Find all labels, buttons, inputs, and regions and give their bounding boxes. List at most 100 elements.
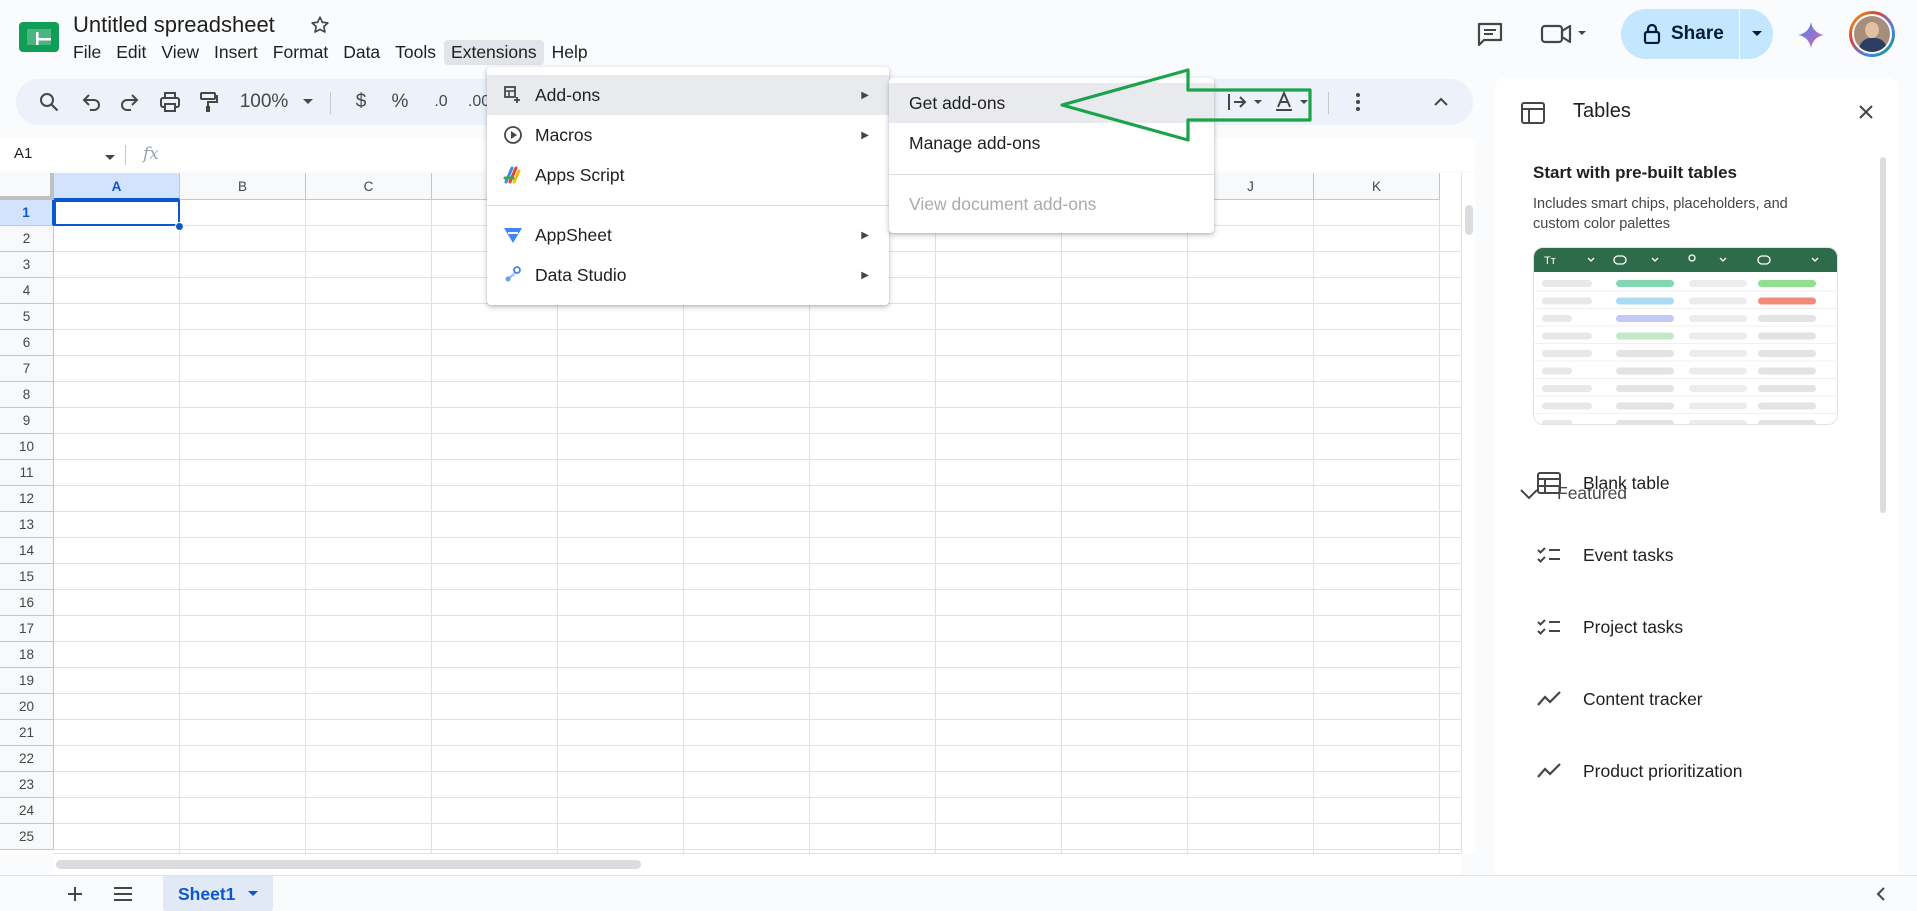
share-dropdown[interactable]: [1740, 9, 1773, 59]
account-avatar[interactable]: [1849, 11, 1895, 57]
name-box-dropdown[interactable]: [104, 149, 116, 165]
search-menus-icon[interactable]: [34, 79, 64, 125]
menu-data[interactable]: Data: [336, 40, 387, 65]
horizontal-scroll-thumb[interactable]: [56, 860, 641, 869]
name-box[interactable]: A1: [14, 145, 32, 162]
menu-item-data-studio[interactable]: Data Studio ▶: [487, 255, 889, 295]
preview-cell: [1758, 315, 1816, 322]
row-header[interactable]: 16: [0, 590, 54, 616]
fx-icon: fx: [143, 144, 159, 164]
side-panel-title: Tables: [1573, 100, 1631, 122]
row-header[interactable]: 22: [0, 746, 54, 772]
row-header[interactable]: 15: [0, 564, 54, 590]
row-header[interactable]: 20: [0, 694, 54, 720]
menu-file[interactable]: File: [66, 40, 108, 65]
row-header[interactable]: 12: [0, 486, 54, 512]
select-all-corner[interactable]: [0, 173, 54, 200]
sheets-logo-icon[interactable]: [19, 22, 59, 52]
row-header[interactable]: 9: [0, 408, 54, 434]
menu-insert[interactable]: Insert: [207, 40, 265, 65]
redo-icon[interactable]: [115, 79, 145, 125]
submenu-arrow-icon: ▶: [861, 129, 869, 141]
row-header[interactable]: 2: [0, 226, 54, 252]
extensions-menu: Add-ons ▶ Macros ▶ Apps Script AppSheet …: [487, 67, 889, 305]
sheet-tab[interactable]: Sheet1: [163, 876, 273, 911]
row-header[interactable]: 18: [0, 642, 54, 668]
text-rotation-button[interactable]: [1268, 79, 1320, 125]
paint-format-icon[interactable]: [194, 79, 224, 125]
menu-edit[interactable]: Edit: [109, 40, 153, 65]
grid-row-line: [54, 745, 1461, 746]
chevron-left-icon[interactable]: [1875, 886, 1887, 905]
menu-view[interactable]: View: [154, 40, 206, 65]
vertical-scroll-thumb[interactable]: [1465, 205, 1473, 235]
menu-item-manage-add-ons[interactable]: Manage add-ons: [889, 123, 1214, 163]
row-header[interactable]: 21: [0, 720, 54, 746]
row-header[interactable]: 1: [0, 200, 54, 226]
row-header[interactable]: 11: [0, 460, 54, 486]
row-header[interactable]: 5: [0, 304, 54, 330]
submenu-arrow-icon: ▶: [861, 269, 869, 281]
column-header[interactable]: B: [180, 173, 306, 200]
add-sheet-icon[interactable]: [64, 883, 86, 905]
menu-help[interactable]: Help: [545, 40, 595, 65]
row-header[interactable]: 23: [0, 772, 54, 798]
grid-row-line: [54, 407, 1461, 408]
print-icon[interactable]: [155, 79, 185, 125]
row-header[interactable]: 13: [0, 512, 54, 538]
all-sheets-menu-icon[interactable]: [112, 884, 134, 904]
row-header[interactable]: 8: [0, 382, 54, 408]
row-header[interactable]: 10: [0, 434, 54, 460]
tables-preview-image[interactable]: Tт: [1533, 247, 1838, 425]
gemini-icon[interactable]: [1797, 21, 1825, 49]
row-header[interactable]: 4: [0, 278, 54, 304]
template-blank-table[interactable]: Blank table: [1535, 469, 1670, 497]
menu-item-macros[interactable]: Macros ▶: [487, 115, 889, 155]
close-icon[interactable]: [1858, 104, 1874, 123]
document-title[interactable]: Untitled spreadsheet: [73, 12, 275, 38]
grid-row-line: [54, 433, 1461, 434]
sheet-bar: Sheet1: [0, 875, 1917, 911]
share-button[interactable]: Share: [1621, 9, 1739, 59]
menu-item-apps-script[interactable]: Apps Script: [487, 155, 889, 195]
column-header[interactable]: C: [306, 173, 432, 200]
vertical-scrollbar[interactable]: [1461, 173, 1475, 853]
fill-handle[interactable]: [175, 222, 184, 231]
row-header[interactable]: 17: [0, 616, 54, 642]
menu-tools[interactable]: Tools: [388, 40, 443, 65]
active-cell[interactable]: [54, 200, 180, 226]
tables-side-panel: Tables Start with pre-built tables Inclu…: [1495, 77, 1898, 875]
template-product-prioritization[interactable]: Product prioritization: [1535, 757, 1743, 785]
comments-icon[interactable]: [1476, 21, 1504, 47]
horizontal-scrollbar[interactable]: [54, 853, 1461, 875]
template-project-tasks[interactable]: Project tasks: [1535, 613, 1683, 641]
menu-item-appsheet[interactable]: AppSheet ▶: [487, 215, 889, 255]
column-header[interactable]: K: [1314, 173, 1440, 200]
undo-icon[interactable]: [76, 79, 106, 125]
star-icon[interactable]: [309, 14, 331, 36]
row-header[interactable]: 19: [0, 668, 54, 694]
row-header[interactable]: 24: [0, 798, 54, 824]
template-content-tracker[interactable]: Content tracker: [1535, 685, 1703, 713]
row-header[interactable]: 14: [0, 538, 54, 564]
menu-item-add-ons[interactable]: Add-ons ▶: [487, 75, 889, 115]
decrease-decimal-button[interactable]: .0: [424, 79, 458, 125]
menu-item-get-add-ons[interactable]: Get add-ons: [889, 83, 1214, 123]
row-header[interactable]: 7: [0, 356, 54, 382]
row-header[interactable]: 25: [0, 824, 54, 850]
row-header[interactable]: 6: [0, 330, 54, 356]
collapse-toolbar-icon[interactable]: [1426, 79, 1456, 125]
text-wrap-button[interactable]: [1218, 79, 1274, 125]
menu-extensions[interactable]: Extensions: [444, 40, 544, 65]
column-header[interactable]: A: [54, 173, 180, 200]
side-panel-scrollbar[interactable]: [1880, 157, 1886, 513]
menu-format[interactable]: Format: [266, 40, 335, 65]
more-options-icon[interactable]: [1343, 79, 1373, 125]
meet-button[interactable]: [1538, 16, 1594, 52]
percent-format-button[interactable]: %: [385, 79, 415, 125]
template-event-tasks[interactable]: Event tasks: [1535, 541, 1673, 569]
zoom-select[interactable]: 100%: [238, 79, 316, 125]
row-header[interactable]: 3: [0, 252, 54, 278]
currency-format-button[interactable]: $: [346, 79, 376, 125]
grid-column-line: [1187, 200, 1188, 853]
